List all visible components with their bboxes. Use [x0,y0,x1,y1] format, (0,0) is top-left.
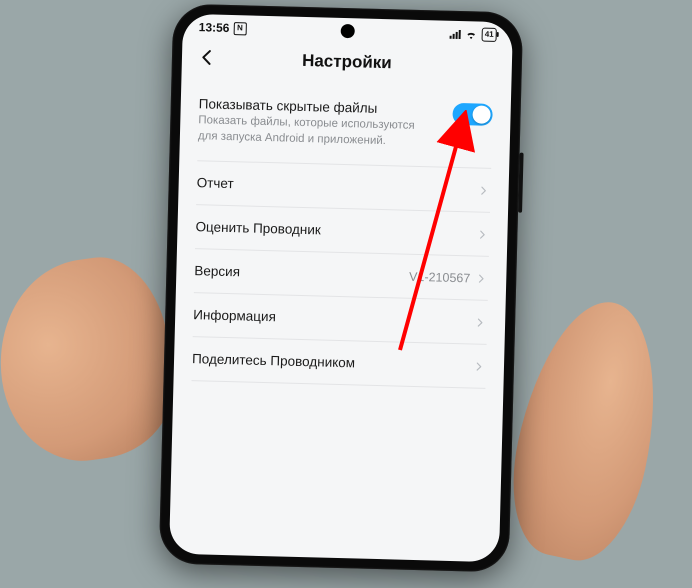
row-version[interactable]: Версия V1-210567 [194,249,489,301]
row-info[interactable]: Информация [193,293,488,345]
version-label: Версия [194,263,240,279]
version-value: V1-210567 [409,269,471,285]
battery-level: 41 [485,30,494,40]
row-show-hidden-files[interactable]: Показывать скрытые файлы Показать файлы,… [197,80,493,169]
rate-label: Оценить Проводник [195,219,321,237]
chevron-right-icon [473,315,487,329]
phone-screen: 13:56 N 41 Настройки Показывать скрытые … [169,14,513,562]
chevron-right-icon [472,359,486,373]
chevron-right-icon [475,227,489,241]
chevron-right-icon [476,183,490,197]
back-icon[interactable] [196,46,219,69]
status-time: 13:56 [199,20,230,35]
hidden-files-subtitle: Показать файлы, которые используются для… [198,113,419,150]
app-header: Настройки [181,36,512,89]
info-label: Информация [193,307,276,324]
hidden-files-toggle[interactable] [452,103,493,126]
row-share[interactable]: Поделитесь Проводником [192,337,487,389]
row-report[interactable]: Отчет [196,161,491,213]
wifi-icon [465,28,478,41]
hand-thumb [496,289,677,570]
report-label: Отчет [197,175,234,191]
chevron-right-icon [474,271,488,285]
phone-frame: 13:56 N 41 Настройки Показывать скрытые … [159,4,524,573]
row-rate[interactable]: Оценить Проводник [195,205,490,257]
battery-icon: 41 [482,28,497,42]
nfc-icon: N [233,22,246,35]
settings-list: Показывать скрытые файлы Показать файлы,… [174,80,512,390]
signal-icon [450,29,461,39]
share-label: Поделитесь Проводником [192,351,355,370]
hand-finger [0,249,183,471]
page-title: Настройки [302,51,392,73]
